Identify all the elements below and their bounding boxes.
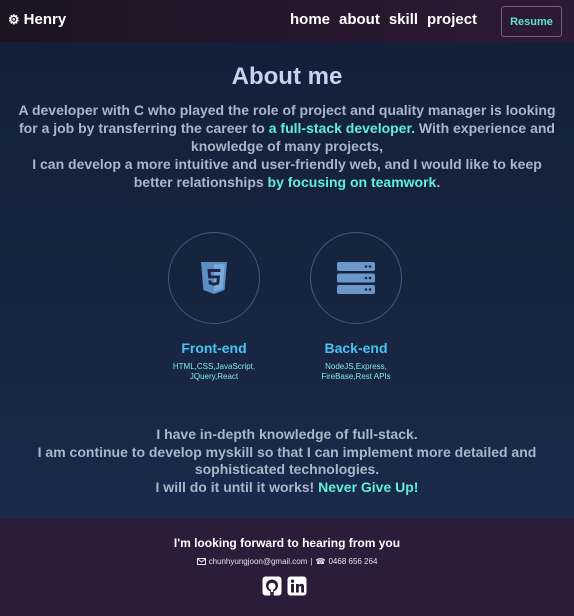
contact-separator: |	[310, 557, 313, 566]
closing-line-2: I am continue to develop myskill so that…	[37, 443, 537, 478]
skill-card-frontend: Front-end HTML,CSS,JavaScript, JQuery,Re…	[139, 232, 289, 382]
page-title: About me	[231, 63, 343, 90]
closing-line-3: I will do it until it works!	[155, 478, 319, 495]
brand-name: Henry	[23, 11, 67, 28]
intro-highlight-teamwork: by focusing on teamwork	[267, 174, 437, 190]
phone-icon: ☎	[315, 557, 326, 566]
skill-desc-line: NodeJS,Express,	[325, 362, 387, 371]
nav-link-about[interactable]: about	[339, 11, 380, 28]
html5-icon	[201, 262, 227, 294]
skill-title-frontend: Front-end	[181, 340, 247, 356]
skill-desc-frontend: HTML,CSS,JavaScript, JQuery,React	[139, 362, 289, 382]
navbar: ⚙ Henry home about skill project Resume	[0, 0, 574, 42]
gear-icon: ⚙	[8, 12, 20, 27]
closing-highlight: Never Give Up!	[318, 478, 419, 495]
intro-highlight-fullstack: a full-stack developer.	[268, 120, 416, 136]
envelope-icon	[196, 558, 206, 565]
skill-icon-circle	[168, 232, 260, 324]
nav-links: home about skill project	[290, 11, 477, 28]
about-section: About me A developer with C who played t…	[0, 42, 574, 519]
skill-desc-line: HTML,CSS,JavaScript,	[172, 362, 256, 371]
linkedin-icon[interactable]	[287, 576, 307, 596]
github-icon[interactable]	[262, 576, 282, 596]
resume-button[interactable]: Resume	[501, 6, 562, 37]
closing-text: I have in-depth knowledge of full-stack.…	[20, 426, 554, 496]
phone-number: 0468 656 264	[328, 557, 378, 566]
skills-row: Front-end HTML,CSS,JavaScript, JQuery,Re…	[0, 232, 574, 382]
intro-part-4: .	[436, 174, 441, 190]
brand-logo[interactable]: ⚙ Henry	[8, 11, 66, 28]
skill-desc-line: FireBase,Rest APIs	[321, 372, 391, 381]
skill-desc-backend: NodeJS,Express, FireBase,Rest APIs	[281, 362, 431, 382]
social-links	[262, 576, 307, 596]
footer-title: I'm looking forward to hearing from you	[173, 536, 401, 550]
email-link[interactable]: chunhyungjoon@gmail.com	[209, 557, 308, 566]
nav-link-project[interactable]: project	[427, 11, 477, 28]
skill-title-backend: Back-end	[324, 340, 388, 356]
server-icon	[337, 262, 375, 294]
closing-line-1: I have in-depth knowledge of full-stack.	[156, 426, 418, 442]
footer: I'm looking forward to hearing from you …	[0, 519, 574, 616]
intro-text: A developer with C who played the role o…	[18, 101, 556, 191]
contact-info: chunhyungjoon@gmail.com | ☎ 0468 656 264	[0, 557, 574, 566]
nav-link-home[interactable]: home	[290, 11, 330, 28]
nav-link-skill[interactable]: skill	[389, 11, 418, 28]
skill-icon-circle	[310, 232, 402, 324]
skill-card-backend: Back-end NodeJS,Express, FireBase,Rest A…	[281, 232, 431, 382]
skill-desc-line: JQuery,React	[189, 372, 239, 381]
